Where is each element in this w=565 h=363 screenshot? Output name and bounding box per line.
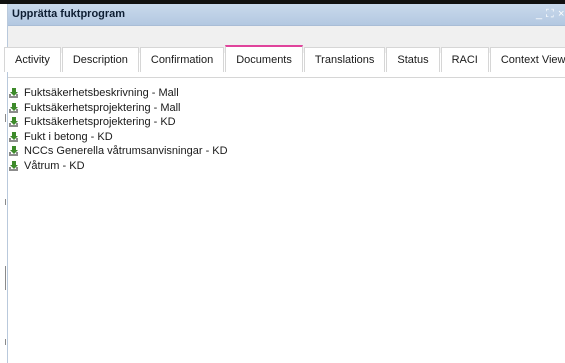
tab-confirmation[interactable]: Confirmation <box>139 47 225 72</box>
document-download-icon <box>8 102 20 114</box>
document-label: Fukt i betong - KD <box>24 130 113 143</box>
document-download-icon <box>8 131 20 143</box>
tab-divider <box>8 77 565 78</box>
edge-mark <box>5 266 6 290</box>
edge-mark <box>5 114 6 122</box>
document-label: Fuktsäkerhetsprojektering - Mall <box>24 101 181 114</box>
document-label: Fuktsäkerhetsbeskrivning - Mall <box>24 87 179 100</box>
document-label: NCCs Generella våtrumsanvisningar - KD <box>24 145 228 158</box>
document-link[interactable]: Fuktsäkerhetsprojektering - KD <box>8 115 228 130</box>
document-download-icon <box>8 145 20 157</box>
maximize-icon[interactable]: ⛶ <box>546 7 554 21</box>
document-link[interactable]: Fukt i betong - KD <box>8 130 228 145</box>
document-link[interactable]: Fuktsäkerhetsprojektering - Mall <box>8 101 228 116</box>
edge-mark <box>5 339 6 345</box>
tab-activity[interactable]: Activity <box>4 47 61 72</box>
window-titlebar[interactable]: Upprätta fuktprogram _ ⛶ × <box>8 4 565 26</box>
document-download-icon <box>8 87 20 99</box>
document-list: Fuktsäkerhetsbeskrivning - Mall Fuktsäker… <box>8 86 228 173</box>
tab-description[interactable]: Description <box>61 47 139 72</box>
document-download-icon <box>8 116 20 128</box>
tab-context-view[interactable]: Context View <box>489 47 565 72</box>
tab-status[interactable]: Status <box>386 47 440 72</box>
tab-bar: Activity Description Confirmation Documents… <box>4 45 565 73</box>
document-link[interactable]: NCCs Generella våtrumsanvisningar - KD <box>8 144 228 159</box>
close-icon[interactable]: × <box>558 7 564 21</box>
window-title: Upprätta fuktprogram <box>12 8 126 20</box>
document-link[interactable]: Fuktsäkerhetsbeskrivning - Mall <box>8 86 228 101</box>
document-label: Fuktsäkerhetsprojektering - KD <box>24 116 176 129</box>
document-link[interactable]: Våtrum - KD <box>8 159 228 174</box>
tab-documents[interactable]: Documents <box>225 45 303 72</box>
minimize-icon[interactable]: _ <box>536 7 542 21</box>
document-label: Våtrum - KD <box>24 159 85 172</box>
edge-mark <box>5 199 6 205</box>
tab-raci[interactable]: RACI <box>440 47 489 72</box>
document-download-icon <box>8 160 20 172</box>
tab-translations[interactable]: Translations <box>303 47 386 72</box>
